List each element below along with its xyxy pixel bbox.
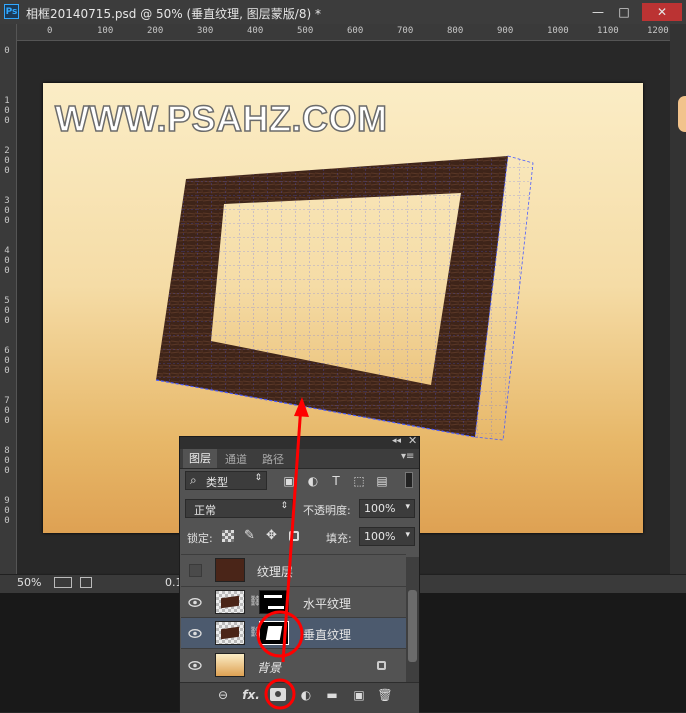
ruler-tick-label: 800 — [447, 26, 464, 36]
ruler-tick-label: 1100 — [597, 26, 619, 36]
ruler-tick-label: 300 — [197, 26, 214, 36]
ruler-tick-label: 100 — [97, 26, 114, 36]
ruler-tick-label: 500 — [297, 26, 314, 36]
ruler-tick-label: 700 — [397, 26, 414, 36]
fx-icon[interactable]: fx. — [242, 686, 260, 704]
layer-filter-select[interactable]: ⌕ 类型 ⇕ — [185, 471, 267, 490]
minimize-button[interactable]: — — [586, 3, 610, 21]
status-info-icon[interactable] — [54, 577, 72, 588]
layer-row-vertical-texture[interactable]: ⛓ 垂直纹理 — [181, 617, 406, 648]
filter-type-icon[interactable]: T — [329, 474, 343, 488]
ruler-tick-label: 600 — [347, 26, 364, 36]
zoom-level[interactable]: 50% — [17, 576, 41, 589]
ruler-tick-label: 100 — [4, 96, 10, 126]
layer-name[interactable]: 背景 — [257, 659, 281, 676]
lock-position-icon[interactable]: ✥ — [266, 528, 277, 543]
visibility-off-box[interactable] — [189, 564, 202, 577]
lock-pixels-icon[interactable]: ✎ — [244, 528, 255, 543]
layer-name[interactable]: 垂直纹理 — [303, 626, 351, 643]
chevron-down-icon: ▾ — [405, 530, 410, 540]
add-mask-icon[interactable] — [270, 688, 286, 701]
vertical-ruler[interactable]: 0 100 200 300 400 500 600 700 800 900 — [0, 24, 17, 574]
horizontal-ruler[interactable]: 0 100 200 300 400 500 600 700 800 900 1000 1100 1200 — [16, 24, 670, 41]
fill-value: 100% — [364, 530, 396, 543]
panel-header[interactable] — [180, 437, 419, 449]
mask-thumbnail[interactable] — [259, 621, 289, 645]
new-layer-icon[interactable]: ▣ — [350, 686, 368, 704]
warp-mesh — [156, 156, 533, 440]
layer-name[interactable]: 水平纹理 — [303, 595, 351, 612]
share-icon[interactable] — [80, 577, 92, 588]
eye-icon[interactable] — [188, 629, 202, 638]
lock-label: 锁定: — [187, 532, 213, 545]
layer-row-background[interactable]: 背景 — [181, 648, 406, 682]
ruler-tick-label: 900 — [497, 26, 514, 36]
document-title: 相框20140715.psd @ 50% (垂直纹理, 图层蒙版/8) * — [26, 7, 321, 21]
fill-input[interactable]: 100% ▾ — [359, 527, 415, 546]
filter-adjustment-icon[interactable]: ◐ — [306, 474, 320, 488]
layer-thumbnail[interactable] — [215, 558, 245, 582]
ruler-tick-label: 700 — [4, 396, 10, 426]
mask-thumbnail[interactable] — [259, 590, 289, 614]
ruler-tick-label: 200 — [147, 26, 164, 36]
ruler-tick-label: 1200 — [647, 26, 669, 36]
chevron-down-icon: ▾ — [405, 502, 410, 512]
layer-row-texture[interactable]: 纹理层 — [181, 554, 406, 586]
layer-thumbnail[interactable] — [215, 653, 245, 677]
watermark-text: WWW.PSAHZ.COM — [55, 98, 387, 139]
layer-name[interactable]: 纹理层 — [257, 563, 293, 580]
layer-thumbnail[interactable] — [215, 590, 245, 614]
eye-icon[interactable] — [188, 661, 202, 670]
link-icon[interactable]: ⊖ — [214, 686, 232, 704]
opacity-label: 不透明度: — [303, 504, 351, 517]
ruler-tick-label: 900 — [4, 496, 10, 526]
panel-menu-icon[interactable]: ▾≡ — [401, 451, 414, 462]
lock-icon — [377, 661, 386, 670]
ruler-tick-label: 300 — [4, 196, 10, 226]
filter-shape-icon[interactable]: ⬚ — [352, 474, 366, 488]
hand-cursor-icon — [678, 96, 686, 132]
maximize-button[interactable]: □ — [612, 3, 636, 21]
filter-toggle[interactable] — [405, 472, 413, 488]
search-icon: ⌕ — [190, 473, 197, 487]
fill-label: 填充: — [326, 532, 352, 545]
layer-row-horizontal-texture[interactable]: ⛓ 水平纹理 — [181, 586, 406, 617]
tab-paths[interactable]: 路径 — [262, 451, 284, 467]
lock-transparency-icon[interactable] — [222, 530, 234, 542]
ruler-tick-label: 600 — [4, 346, 10, 376]
layers-scrollbar-thumb[interactable] — [408, 590, 417, 662]
ruler-tick-label: 400 — [247, 26, 264, 36]
trash-icon[interactable]: 🗑 — [376, 686, 394, 704]
opacity-input[interactable]: 100% ▾ — [359, 499, 415, 518]
ruler-tick-label: 200 — [4, 146, 10, 176]
chevron-updown-icon: ⇕ — [280, 501, 288, 511]
filter-pixel-icon[interactable]: ▣ — [282, 474, 296, 488]
ruler-tick-label: 800 — [4, 446, 10, 476]
adjustment-icon[interactable]: ◐ — [297, 686, 315, 704]
filter-smart-object-icon[interactable]: ▤ — [375, 474, 389, 488]
ruler-tick-label: 500 — [4, 296, 10, 326]
blend-mode-select[interactable]: 正常 ⇕ — [185, 499, 293, 518]
lock-all-icon[interactable] — [289, 531, 299, 541]
layer-thumbnail[interactable] — [215, 621, 245, 645]
group-icon[interactable]: ▬ — [323, 686, 341, 704]
ruler-tick-label: 1000 — [547, 26, 569, 36]
photoshop-app-icon: Ps — [4, 4, 19, 19]
tab-layers[interactable]: 图层 — [183, 449, 217, 468]
close-button[interactable]: ✕ — [642, 3, 682, 21]
tab-channels[interactable]: 通道 — [225, 451, 247, 467]
ruler-tick-label: 0 — [4, 46, 10, 56]
ruler-tick-label: 0 — [47, 26, 53, 36]
ruler-tick-label: 400 — [4, 246, 10, 276]
collapse-panel-icon[interactable]: ◂◂ — [392, 436, 401, 446]
panel-close-icon[interactable]: ✕ — [408, 434, 417, 447]
blend-mode-value: 正常 — [194, 504, 216, 517]
filter-type-label: 类型 — [206, 476, 228, 489]
opacity-value: 100% — [364, 502, 396, 515]
chevron-updown-icon: ⇕ — [254, 473, 262, 483]
eye-icon[interactable] — [188, 598, 202, 607]
